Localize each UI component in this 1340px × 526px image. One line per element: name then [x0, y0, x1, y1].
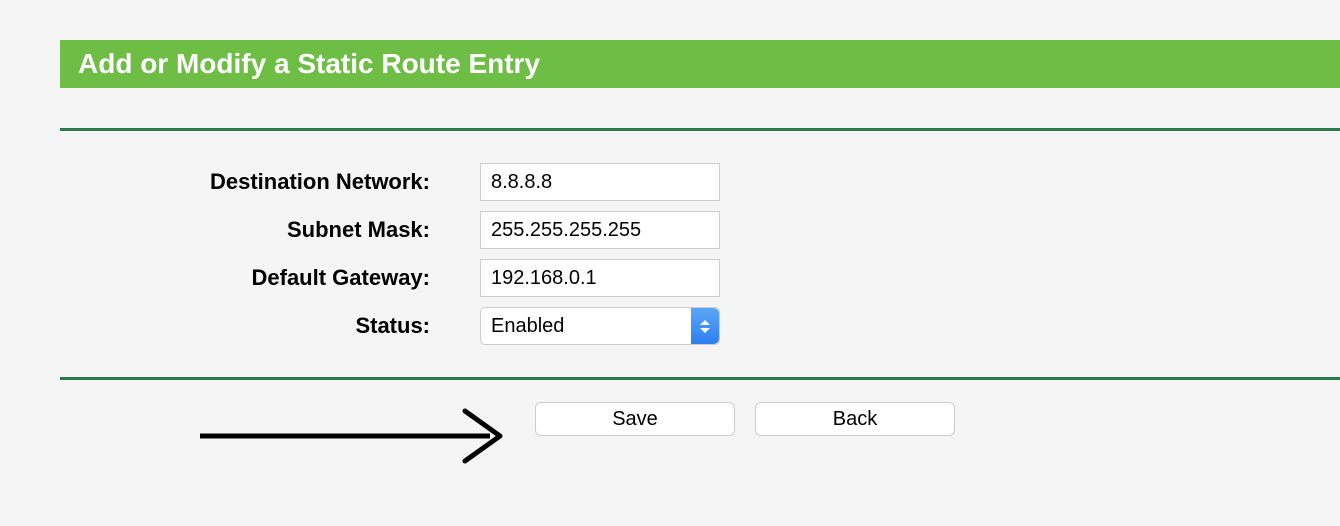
form-area: Destination Network: Subnet Mask: Defaul… [60, 128, 1340, 380]
default-gateway-input[interactable] [480, 259, 720, 297]
status-select[interactable]: Enabled [480, 307, 720, 345]
status-label: Status: [60, 313, 480, 339]
back-button[interactable]: Back [755, 402, 955, 436]
destination-network-input[interactable] [480, 163, 720, 201]
default-gateway-label: Default Gateway: [60, 265, 480, 291]
arrow-icon [190, 401, 520, 471]
destination-network-label: Destination Network: [60, 169, 480, 195]
save-button[interactable]: Save [535, 402, 735, 436]
subnet-mask-input[interactable] [480, 211, 720, 249]
subnet-mask-label: Subnet Mask: [60, 217, 480, 243]
page-title: Add or Modify a Static Route Entry [60, 40, 1340, 88]
